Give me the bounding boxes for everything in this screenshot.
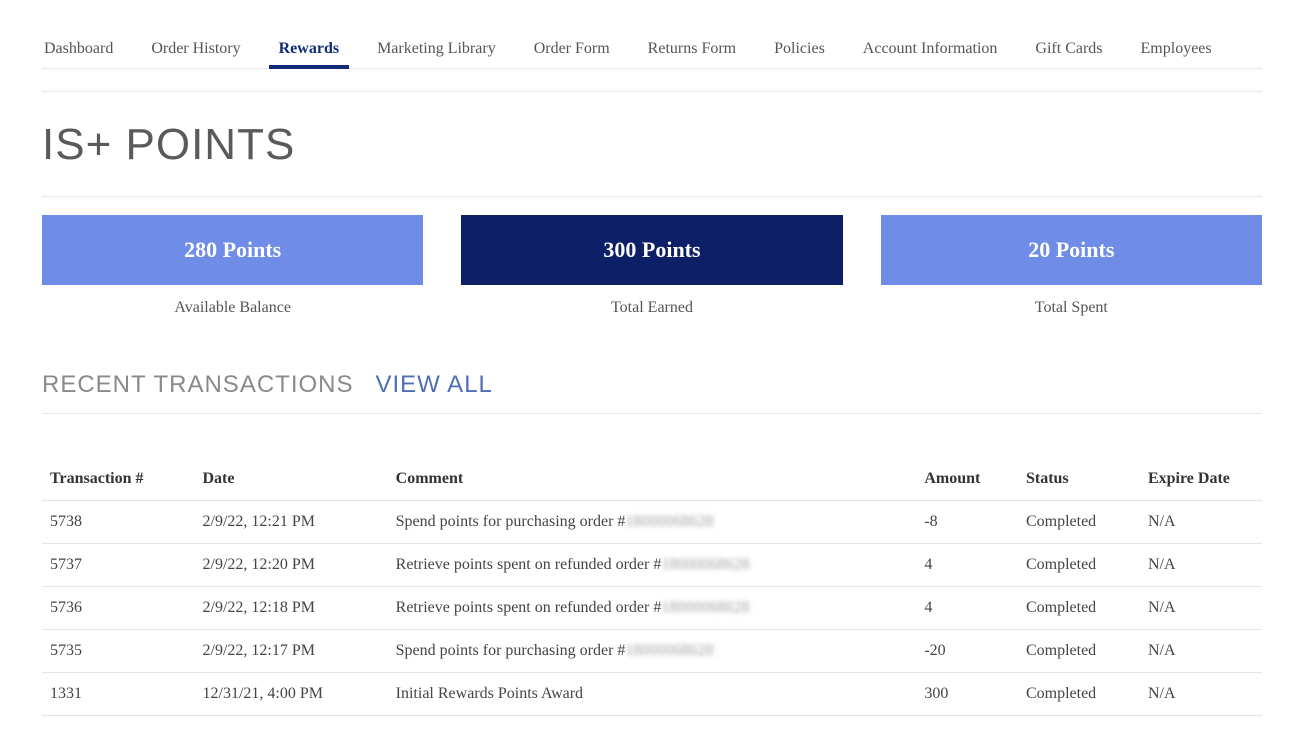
cell-expire: N/A — [1140, 630, 1262, 673]
cell-tx: 5738 — [42, 501, 195, 544]
page-title: IS+ POINTS — [42, 120, 1262, 170]
th-transaction: Transaction # — [42, 458, 195, 501]
cell-tx: 5736 — [42, 587, 195, 630]
cell-amount: 4 — [916, 587, 1018, 630]
tab-employees[interactable]: Employees — [1139, 30, 1214, 68]
table-row: 5735 2/9/22, 12:17 PM Spend points for p… — [42, 630, 1262, 673]
cell-expire: N/A — [1140, 544, 1262, 587]
cell-status: Completed — [1018, 673, 1140, 716]
comment-prefix: Spend points for purchasing order # — [396, 513, 626, 530]
cell-comment: Retrieve points spent on refunded order … — [388, 587, 917, 630]
section-title: RECENT TRANSACTIONS — [42, 371, 354, 399]
cell-date: 2/9/22, 12:21 PM — [195, 501, 388, 544]
th-date: Date — [195, 458, 388, 501]
card-earned-caption: Total Earned — [611, 299, 693, 317]
th-expire: Expire Date — [1140, 458, 1262, 501]
tab-marketing-library[interactable]: Marketing Library — [375, 30, 498, 68]
section-header: RECENT TRANSACTIONS VIEW ALL — [42, 371, 1262, 414]
cell-date: 2/9/22, 12:17 PM — [195, 630, 388, 673]
divider — [42, 91, 1262, 92]
comment-prefix: Retrieve points spent on refunded order … — [396, 556, 662, 573]
table-row: 5736 2/9/22, 12:18 PM Retrieve points sp… — [42, 587, 1262, 630]
transactions-table: Transaction # Date Comment Amount Status… — [42, 458, 1262, 716]
card-available: 280 Points Available Balance — [42, 215, 423, 317]
th-comment: Comment — [388, 458, 917, 501]
cell-amount: -8 — [916, 501, 1018, 544]
cell-comment: Spend points for purchasing order #18000… — [388, 501, 917, 544]
card-earned: 300 Points Total Earned — [461, 215, 842, 317]
cell-amount: -20 — [916, 630, 1018, 673]
cell-status: Completed — [1018, 630, 1140, 673]
table-header-row: Transaction # Date Comment Amount Status… — [42, 458, 1262, 501]
th-status: Status — [1018, 458, 1140, 501]
card-earned-value: 300 Points — [461, 215, 842, 285]
cell-amount: 300 — [916, 673, 1018, 716]
main-tabs: Dashboard Order History Rewards Marketin… — [42, 0, 1262, 69]
comment-masked: 18000068628 — [661, 599, 749, 616]
cell-comment: Spend points for purchasing order #18000… — [388, 630, 917, 673]
tab-rewards[interactable]: Rewards — [277, 30, 341, 68]
tab-order-history[interactable]: Order History — [149, 30, 242, 68]
card-spent-caption: Total Spent — [1035, 299, 1108, 317]
cell-tx: 1331 — [42, 673, 195, 716]
view-all-link[interactable]: VIEW ALL — [376, 371, 493, 399]
tab-policies[interactable]: Policies — [772, 30, 827, 68]
card-spent: 20 Points Total Spent — [881, 215, 1262, 317]
cell-date: 2/9/22, 12:18 PM — [195, 587, 388, 630]
table-row: 1331 12/31/21, 4:00 PM Initial Rewards P… — [42, 673, 1262, 716]
cell-tx: 5737 — [42, 544, 195, 587]
table-row: 5738 2/9/22, 12:21 PM Spend points for p… — [42, 501, 1262, 544]
comment-prefix: Spend points for purchasing order # — [396, 642, 626, 659]
tab-dashboard[interactable]: Dashboard — [42, 30, 115, 68]
cell-expire: N/A — [1140, 501, 1262, 544]
cell-date: 12/31/21, 4:00 PM — [195, 673, 388, 716]
cell-amount: 4 — [916, 544, 1018, 587]
tab-gift-cards[interactable]: Gift Cards — [1033, 30, 1104, 68]
comment-masked: 18000068628 — [661, 556, 749, 573]
comment-prefix: Initial Rewards Points Award — [396, 685, 583, 702]
table-row: 5737 2/9/22, 12:20 PM Retrieve points sp… — [42, 544, 1262, 587]
cell-comment: Retrieve points spent on refunded order … — [388, 544, 917, 587]
tab-order-form[interactable]: Order Form — [532, 30, 612, 68]
comment-masked: 18000068628 — [625, 642, 713, 659]
card-spent-value: 20 Points — [881, 215, 1262, 285]
th-amount: Amount — [916, 458, 1018, 501]
tab-account-information[interactable]: Account Information — [861, 30, 1000, 68]
cell-tx: 5735 — [42, 630, 195, 673]
page-root: Dashboard Order History Rewards Marketin… — [0, 0, 1304, 756]
tab-returns-form[interactable]: Returns Form — [646, 30, 738, 68]
cell-status: Completed — [1018, 544, 1140, 587]
cell-expire: N/A — [1140, 587, 1262, 630]
card-available-value: 280 Points — [42, 215, 423, 285]
comment-prefix: Retrieve points spent on refunded order … — [396, 599, 662, 616]
card-available-caption: Available Balance — [174, 299, 291, 317]
cell-comment: Initial Rewards Points Award — [388, 673, 917, 716]
cell-status: Completed — [1018, 501, 1140, 544]
cell-date: 2/9/22, 12:20 PM — [195, 544, 388, 587]
points-summary: 280 Points Available Balance 300 Points … — [42, 196, 1262, 317]
cell-status: Completed — [1018, 587, 1140, 630]
cell-expire: N/A — [1140, 673, 1262, 716]
comment-masked: 18000068628 — [625, 513, 713, 530]
